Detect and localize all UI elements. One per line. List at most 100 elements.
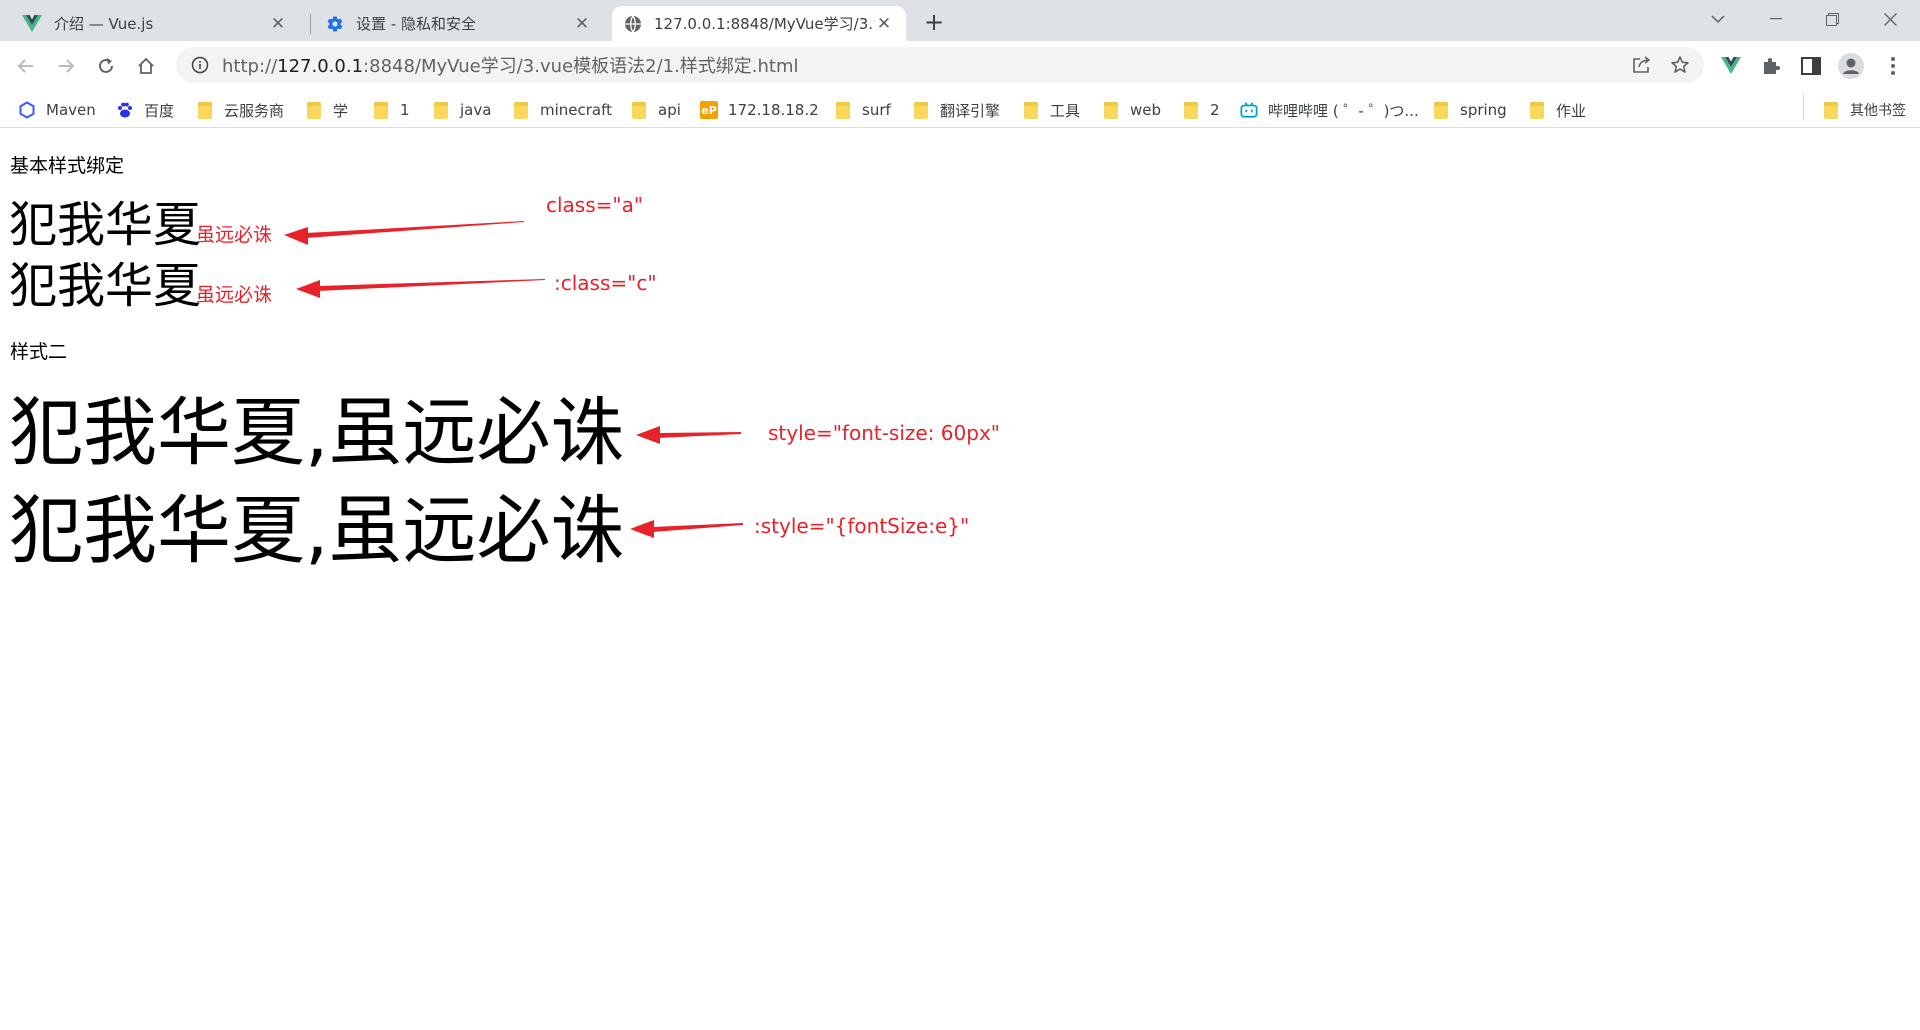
folder-icon [196, 101, 214, 119]
bilibili-icon [1240, 101, 1258, 119]
bookmark-folder-surf[interactable]: surf [834, 97, 891, 123]
bookmark-folder-cloud[interactable]: 云服务商 [196, 97, 284, 123]
tab-vue-intro[interactable]: 介绍 — Vue.js ✕ [10, 6, 300, 41]
bookmark-label: 翻译引擎 [940, 101, 1001, 120]
folder-icon [1822, 101, 1840, 119]
url-host: 127.0.0.1 [277, 56, 364, 77]
bookmark-folder-tools[interactable]: 工具 [1022, 97, 1080, 123]
bookmark-label: java [460, 101, 492, 119]
bookmark-label: surf [862, 101, 891, 119]
annotation-arrowhead-4 [630, 520, 654, 538]
bookmark-maven[interactable]: Maven [18, 97, 96, 123]
menu-kebab-icon[interactable] [1880, 53, 1906, 79]
page-content: 基本样式绑定 犯我华夏 虽远必诛 犯我华夏 虽远必诛 样式二 犯我华夏,虽远必诛… [0, 129, 1920, 1030]
folder-icon [912, 101, 930, 119]
folder-icon [1102, 101, 1120, 119]
bookmark-folder-api[interactable]: api [630, 97, 681, 123]
tab-settings-privacy[interactable]: 设置 - 隐私和安全 ✕ [314, 6, 604, 41]
profile-avatar[interactable] [1838, 53, 1864, 79]
bookmark-label: 其他书签 [1850, 103, 1906, 119]
ep-icon: eP [700, 101, 718, 119]
url-prefix: http:// [222, 56, 278, 77]
home-button[interactable] [130, 50, 162, 82]
bookmark-baidu[interactable]: 百度 [116, 97, 174, 123]
folder-icon [512, 101, 530, 119]
bookmark-folder-translate[interactable]: 翻译引擎 [912, 97, 1000, 123]
vue-logo-icon [22, 14, 42, 33]
annotation-arrowhead-3 [636, 426, 660, 444]
bookmark-folder-xue[interactable]: 学 [305, 97, 348, 123]
folder-icon [372, 101, 390, 119]
share-icon[interactable] [1632, 56, 1652, 74]
close-icon[interactable]: ✕ [268, 14, 288, 34]
folder-icon [1528, 101, 1546, 119]
close-window-button[interactable] [1862, 0, 1918, 38]
bookmark-label: 百度 [144, 101, 175, 120]
folder-icon [305, 101, 323, 119]
bookmark-label: 172.18.18.2 [728, 101, 819, 119]
close-icon[interactable]: ✕ [572, 14, 592, 34]
tab-active-page[interactable]: 127.0.0.1:8848/MyVue学习/3.v ✕ [612, 6, 906, 41]
tab-title: 设置 - 隐私和安全 [356, 15, 476, 33]
folder-icon [1022, 101, 1040, 119]
bookmark-label: spring [1460, 101, 1507, 119]
vue-devtools-icon[interactable] [1718, 53, 1744, 79]
baidu-paw-icon [116, 101, 134, 119]
bookmark-star-icon[interactable] [1670, 55, 1690, 75]
bookmark-label: 作业 [1556, 101, 1587, 120]
new-tab-button[interactable]: + [920, 8, 948, 36]
tab-title: 介绍 — Vue.js [54, 15, 154, 33]
extensions-puzzle-icon[interactable] [1758, 53, 1784, 79]
tab-separator [310, 14, 311, 34]
browser-toolbar: http://127.0.0.1:8848/MyVue学习/3.vue模板语法2… [0, 41, 1920, 91]
bookmark-172[interactable]: eP 172.18.18.2 [700, 97, 819, 123]
gear-icon [326, 15, 344, 33]
bookmark-label: 工具 [1050, 101, 1081, 120]
folder-icon [1432, 101, 1450, 119]
bookmark-folder-spring[interactable]: spring [1432, 97, 1507, 123]
back-button[interactable] [10, 50, 42, 82]
annotation-arrowhead-1 [284, 227, 308, 245]
bookmark-bilibili[interactable]: 哔哩哔哩 ( ゜- ゜)つ... [1240, 97, 1419, 123]
side-panel-icon[interactable] [1798, 53, 1824, 79]
annotation-arrows [284, 221, 743, 538]
folder-icon [1182, 101, 1200, 119]
bookmark-folder-homework[interactable]: 作业 [1528, 97, 1586, 123]
bookmark-label: 云服务商 [224, 101, 285, 120]
globe-icon [624, 15, 642, 33]
bookmark-other[interactable]: 其他书签 [1822, 97, 1906, 123]
bookmark-label: 学 [333, 101, 349, 120]
bookmarks-bar: Maven 百度 云服务商 学 1 java minecraft api eP … [0, 91, 1920, 128]
bookmark-folder-java[interactable]: java [432, 97, 491, 123]
bookmark-label: Maven [46, 101, 96, 119]
address-bar[interactable]: http://127.0.0.1:8848/MyVue学习/3.vue模板语法2… [176, 47, 1704, 83]
maven-icon [18, 101, 36, 119]
annotation-arrow-1 [306, 221, 524, 238]
url-path: :8848/MyVue学习/3.vue模板语法2/1.样式绑定.html [363, 56, 799, 77]
annotation-arrow-3 [658, 432, 741, 438]
bookmark-label: api [658, 101, 681, 119]
site-info-icon[interactable] [180, 47, 220, 83]
annotation-arrow-2 [318, 279, 545, 291]
bookmark-label: minecraft [540, 101, 613, 119]
folder-icon [630, 101, 648, 119]
bookmarks-divider [1803, 94, 1804, 120]
annotation-arrow-4 [652, 523, 743, 532]
bookmark-folder-2[interactable]: 2 [1182, 97, 1220, 123]
bookmark-label: 2 [1210, 101, 1220, 119]
tab-search-icon[interactable] [1690, 0, 1746, 38]
tab-title: 127.0.0.1:8848/MyVue学习/3.v [654, 15, 874, 33]
close-icon[interactable]: ✕ [874, 14, 894, 34]
bookmark-folder-minecraft[interactable]: minecraft [512, 97, 612, 123]
bookmark-folder-web[interactable]: web [1102, 97, 1161, 123]
folder-icon [432, 101, 450, 119]
url-text[interactable]: http://127.0.0.1:8848/MyVue学习/3.vue模板语法2… [222, 52, 799, 78]
folder-icon [834, 101, 852, 119]
bookmark-folder-1[interactable]: 1 [372, 97, 410, 123]
bookmark-label: 1 [400, 101, 410, 119]
bookmark-label: 哔哩哔哩 ( ゜- ゜)つ... [1268, 101, 1419, 120]
reload-button[interactable] [90, 50, 122, 82]
restore-button[interactable] [1804, 0, 1860, 38]
minimize-button[interactable] [1748, 0, 1804, 38]
forward-button[interactable] [50, 50, 82, 82]
